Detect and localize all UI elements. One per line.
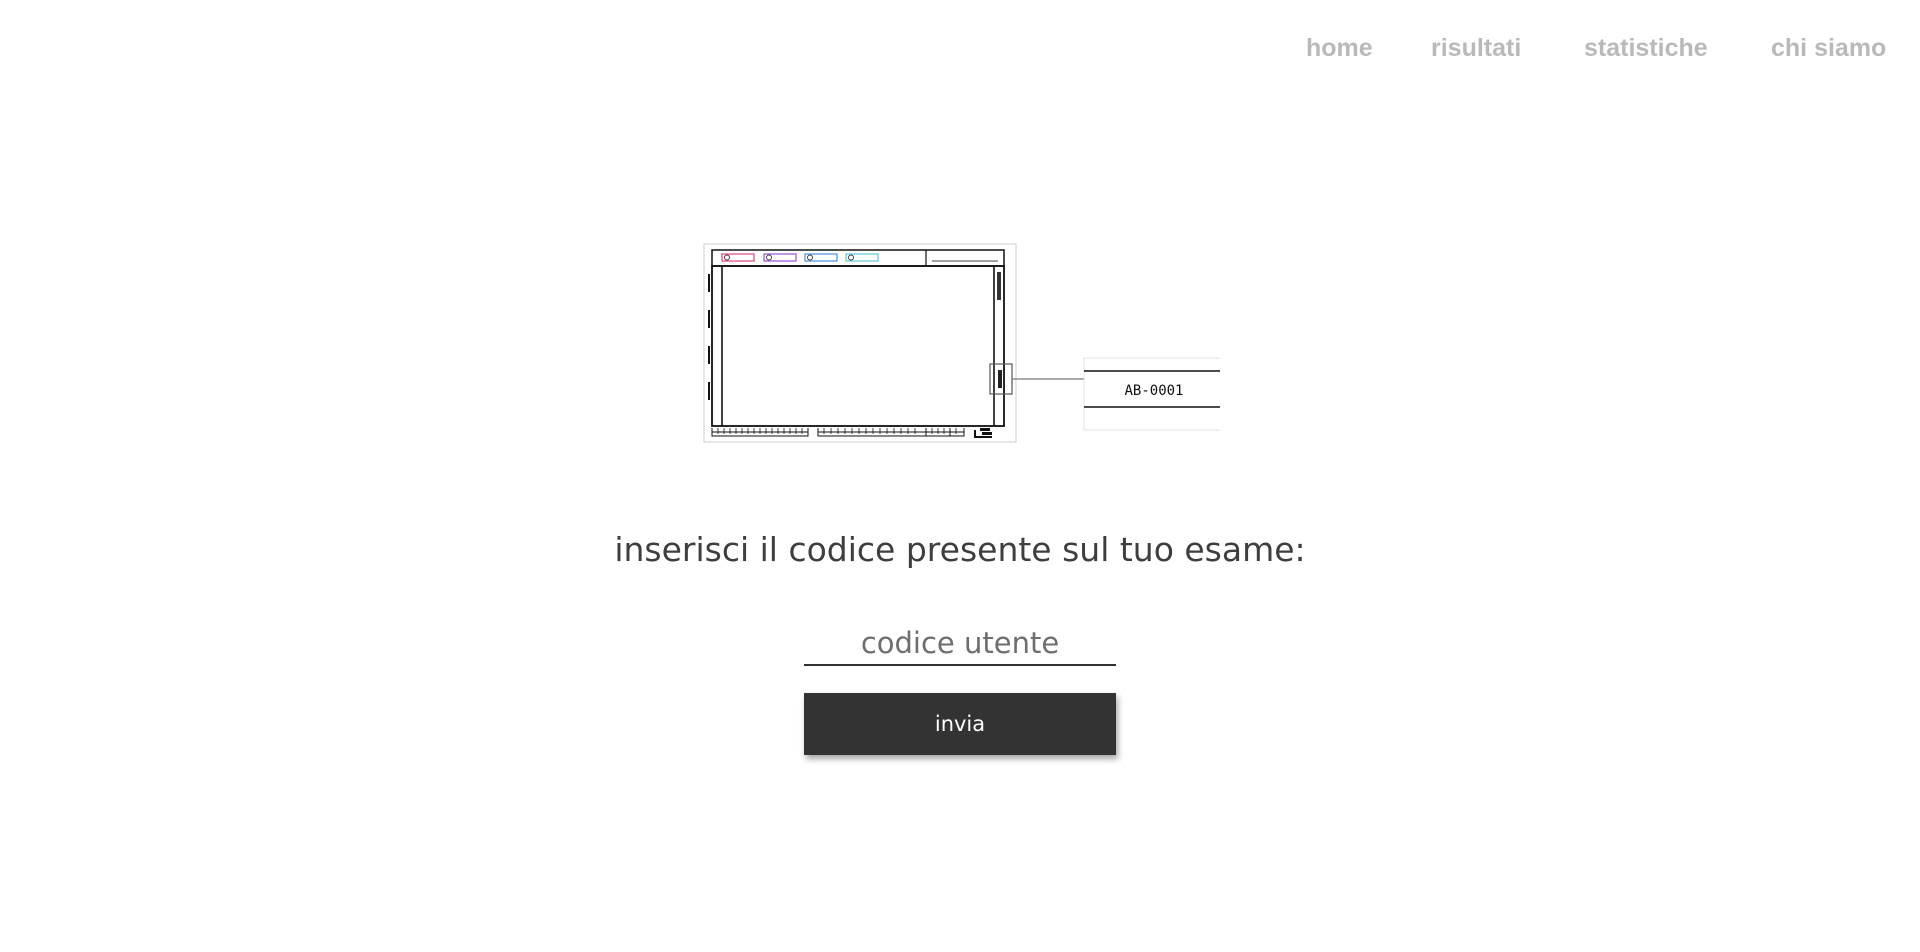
nav-link-risultati[interactable]: risultati	[1431, 34, 1521, 63]
submit-button[interactable]: invia	[804, 693, 1116, 755]
code-label-text: AB-0001	[1124, 383, 1183, 399]
exam-sheet	[703, 243, 1017, 443]
nav-link-chi-siamo[interactable]: chi siamo	[1771, 34, 1886, 63]
user-code-input[interactable]	[804, 622, 1116, 666]
exam-sheet-illustration: AB-0001	[703, 243, 1220, 443]
nav-link-home[interactable]: home	[1306, 34, 1373, 63]
code-prompt: inserisci il codice presente sul tuo esa…	[614, 530, 1306, 569]
nav-link-statistiche[interactable]: statistiche	[1584, 34, 1708, 63]
